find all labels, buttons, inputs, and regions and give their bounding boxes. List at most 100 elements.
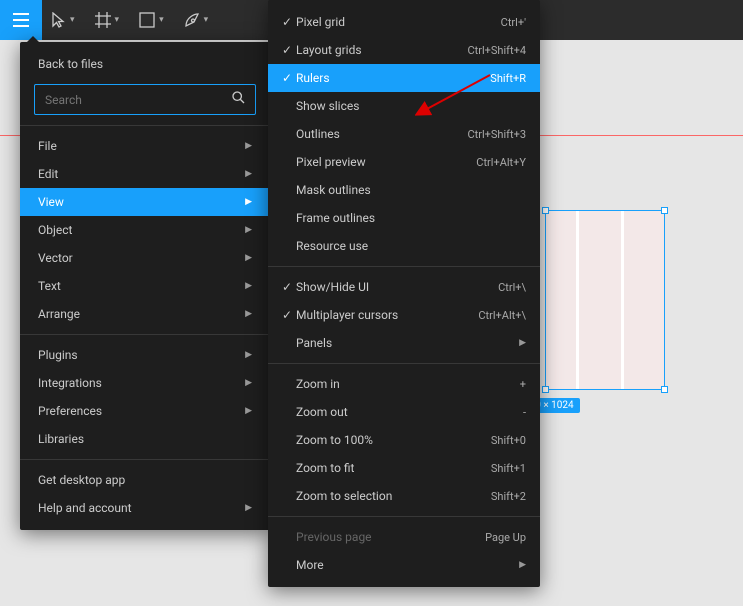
menu-item-get-desktop-app[interactable]: Get desktop app	[20, 466, 270, 494]
selected-frame[interactable]	[545, 210, 665, 390]
submenu-label: Outlines	[296, 127, 467, 141]
chevron-right-icon: ▶	[519, 560, 526, 570]
submenu-shortcut: Shift+R	[490, 72, 526, 85]
submenu-shortcut: Ctrl+Shift+4	[467, 44, 526, 57]
pen-tool[interactable]: ▾	[174, 0, 219, 40]
main-menu-button[interactable]	[0, 0, 42, 40]
chevron-right-icon: ▶	[245, 309, 252, 319]
submenu-item-layout-grids[interactable]: ✓Layout gridsCtrl+Shift+4	[268, 36, 540, 64]
submenu-label: Rulers	[296, 71, 490, 85]
menu-label: View	[38, 195, 64, 209]
submenu-item-zoom-to-selection[interactable]: Zoom to selectionShift+2	[268, 482, 540, 510]
check-icon: ✓	[278, 280, 296, 294]
submenu-item-multiplayer-cursors[interactable]: ✓Multiplayer cursorsCtrl+Alt+\	[268, 301, 540, 329]
pen-icon	[184, 12, 200, 28]
submenu-shortcut: +	[520, 378, 526, 391]
layout-column	[576, 211, 579, 389]
menu-item-vector[interactable]: Vector▶	[20, 244, 270, 272]
submenu-shortcut: Ctrl+Alt+\	[478, 309, 526, 322]
back-to-files[interactable]: Back to files	[20, 50, 270, 78]
submenu-label: Layout grids	[296, 43, 467, 57]
menu-item-help-and-account[interactable]: Help and account ▶	[20, 494, 270, 522]
submenu-shortcut: Ctrl+'	[501, 16, 526, 29]
chevron-right-icon: ▶	[245, 197, 252, 207]
submenu-item-more[interactable]: More▶	[268, 551, 540, 579]
submenu-label: Zoom in	[296, 377, 520, 391]
chevron-right-icon: ▶	[245, 253, 252, 263]
move-tool[interactable]: ▾	[42, 0, 85, 40]
chevron-right-icon: ▶	[245, 503, 252, 513]
submenu-item-pixel-grid[interactable]: ✓Pixel gridCtrl+'	[268, 8, 540, 36]
rectangle-icon	[139, 12, 155, 28]
submenu-item-show-hide-ui[interactable]: ✓Show/Hide UICtrl+\	[268, 273, 540, 301]
submenu-shortcut: Shift+1	[491, 462, 526, 475]
frame-tool[interactable]: ▾	[85, 0, 130, 40]
resize-handle-nw[interactable]	[542, 207, 549, 214]
resize-handle-se[interactable]	[661, 386, 668, 393]
menu-search-input[interactable]	[45, 93, 232, 107]
chevron-right-icon: ▶	[245, 406, 252, 416]
submenu-item-resource-use[interactable]: Resource use	[268, 232, 540, 260]
submenu-item-mask-outlines[interactable]: Mask outlines	[268, 176, 540, 204]
submenu-item-outlines[interactable]: OutlinesCtrl+Shift+3	[268, 120, 540, 148]
submenu-label: Show slices	[296, 99, 526, 113]
menu-item-edit[interactable]: Edit ▶	[20, 160, 270, 188]
chevron-down-icon: ▾	[159, 15, 164, 25]
chevron-down-icon: ▾	[204, 15, 209, 25]
submenu-shortcut: Page Up	[485, 531, 526, 544]
menu-separator	[268, 516, 540, 517]
submenu-item-panels[interactable]: Panels▶	[268, 329, 540, 357]
resize-handle-ne[interactable]	[661, 207, 668, 214]
submenu-label: Zoom to 100%	[296, 433, 491, 447]
submenu-shortcut: Shift+0	[491, 434, 526, 447]
check-icon: ✓	[278, 43, 296, 57]
submenu-item-zoom-to-100-[interactable]: Zoom to 100%Shift+0	[268, 426, 540, 454]
menu-separator	[268, 266, 540, 267]
submenu-shortcut: Ctrl+Shift+3	[467, 128, 526, 141]
menu-item-view[interactable]: View ▶	[20, 188, 270, 216]
menu-item-arrange[interactable]: Arrange▶	[20, 300, 270, 328]
menu-label: Object	[38, 223, 72, 237]
cursor-icon	[52, 12, 66, 28]
check-icon: ✓	[278, 308, 296, 322]
submenu-item-zoom-out[interactable]: Zoom out-	[268, 398, 540, 426]
menu-label: Back to files	[38, 57, 103, 71]
chevron-right-icon: ▶	[245, 350, 252, 360]
menu-item-preferences[interactable]: Preferences▶	[20, 397, 270, 425]
submenu-label: Frame outlines	[296, 211, 526, 225]
shape-tool[interactable]: ▾	[129, 0, 174, 40]
menu-item-libraries[interactable]: Libraries	[20, 425, 270, 453]
menu-item-object[interactable]: Object▶	[20, 216, 270, 244]
submenu-label: Pixel grid	[296, 15, 501, 29]
menu-item-integrations[interactable]: Integrations▶	[20, 369, 270, 397]
menu-label: Edit	[38, 167, 58, 181]
resize-handle-sw[interactable]	[542, 386, 549, 393]
submenu-label: Zoom to fit	[296, 461, 491, 475]
menu-separator	[20, 459, 270, 460]
menu-label: Plugins	[38, 348, 78, 362]
layout-column	[621, 211, 624, 389]
chevron-right-icon: ▶	[245, 281, 252, 291]
chevron-right-icon: ▶	[245, 169, 252, 179]
submenu-item-zoom-to-fit[interactable]: Zoom to fitShift+1	[268, 454, 540, 482]
submenu-shortcut: Ctrl+Alt+Y	[476, 156, 526, 169]
menu-item-plugins[interactable]: Plugins ▶	[20, 341, 270, 369]
submenu-label: Multiplayer cursors	[296, 308, 478, 322]
submenu-label: Previous page	[296, 530, 485, 544]
submenu-item-zoom-in[interactable]: Zoom in+	[268, 370, 540, 398]
menu-item-file[interactable]: File▶	[20, 132, 270, 160]
submenu-item-rulers[interactable]: ✓RulersShift+R	[268, 64, 540, 92]
submenu-label: Zoom to selection	[296, 489, 491, 503]
menu-label: Help and account	[38, 501, 132, 515]
menu-item-text[interactable]: Text▶	[20, 272, 270, 300]
check-icon: ✓	[278, 15, 296, 29]
search-icon	[232, 91, 245, 108]
main-menu-dropdown: Back to files File▶Edit▶View▶Object▶Vect…	[20, 42, 270, 530]
submenu-item-show-slices[interactable]: Show slices	[268, 92, 540, 120]
menu-separator	[268, 363, 540, 364]
frame-icon	[95, 12, 111, 28]
menu-search[interactable]	[34, 84, 256, 115]
submenu-item-frame-outlines[interactable]: Frame outlines	[268, 204, 540, 232]
submenu-item-pixel-preview[interactable]: Pixel previewCtrl+Alt+Y	[268, 148, 540, 176]
submenu-label: Zoom out	[296, 405, 523, 419]
